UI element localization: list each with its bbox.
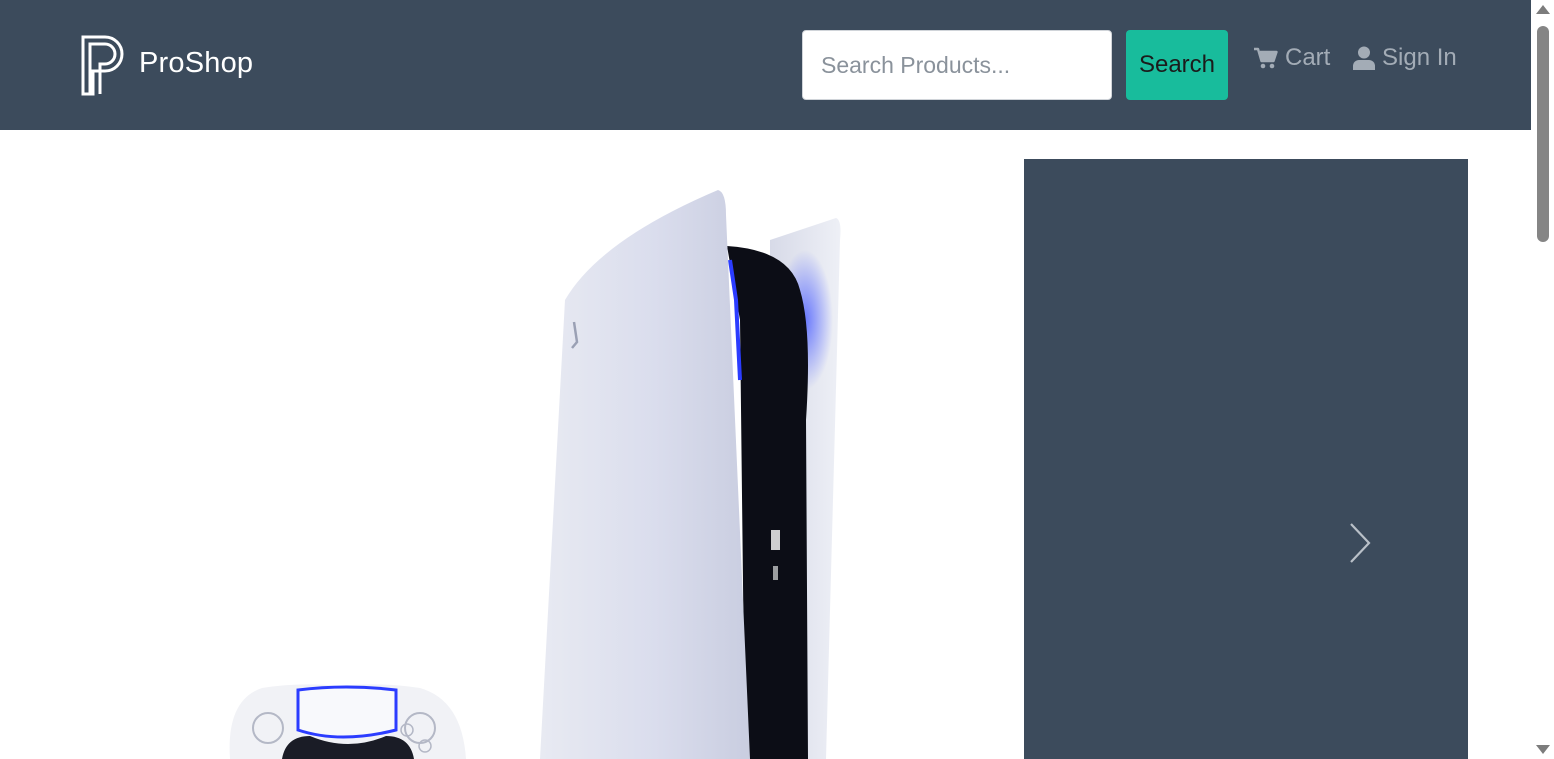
sign-in-label: Sign In	[1382, 44, 1457, 71]
cart-link[interactable]: Cart	[1254, 44, 1330, 72]
carousel-next-button[interactable]	[1340, 519, 1380, 567]
scroll-down-arrow-icon[interactable]	[1536, 745, 1550, 754]
cart-label: Cart	[1285, 44, 1331, 71]
scroll-up-arrow-icon[interactable]	[1536, 5, 1550, 14]
sign-in-link[interactable]: Sign In	[1353, 44, 1457, 72]
ps5-illustration	[229, 190, 841, 759]
search-input[interactable]	[802, 30, 1112, 100]
page: ProShop Search Cart Sign In	[0, 0, 1554, 759]
user-icon	[1353, 46, 1375, 70]
cart-icon	[1254, 47, 1278, 69]
product-carousel	[1024, 159, 1468, 759]
chevron-right-icon	[1350, 523, 1371, 563]
search-button[interactable]: Search	[1126, 30, 1228, 100]
brand-name: ProShop	[139, 46, 254, 79]
scroll-thumb[interactable]	[1537, 26, 1549, 242]
brand-link[interactable]: ProShop	[80, 34, 253, 96]
navbar: ProShop Search Cart Sign In	[0, 0, 1531, 130]
playstation-5-console-image[interactable]	[0, 130, 1020, 759]
proshop-logo-icon	[81, 35, 124, 96]
vertical-scrollbar[interactable]	[1531, 0, 1554, 759]
